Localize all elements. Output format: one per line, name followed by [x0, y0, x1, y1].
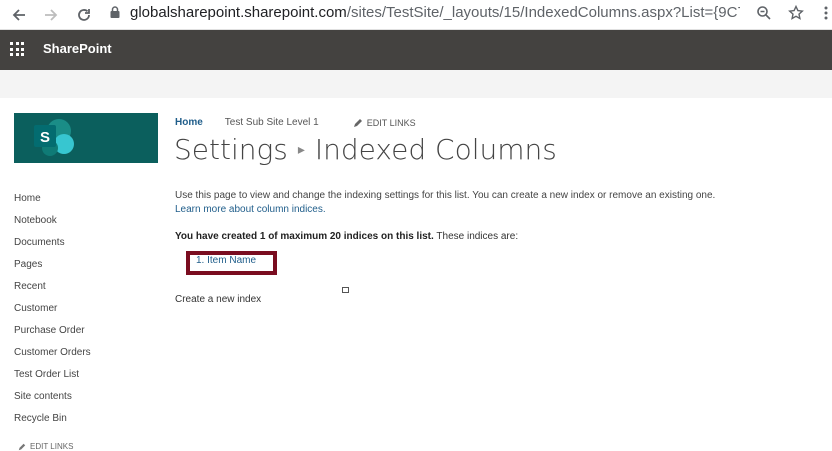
sharepoint-logo-icon: S — [34, 119, 74, 156]
star-icon — [788, 5, 804, 20]
nav-item-test-order-list[interactable]: Test Order List — [14, 366, 154, 388]
index-count-rest: These indices are: — [433, 231, 519, 242]
pencil-icon — [18, 443, 26, 450]
nav-edit-links[interactable]: EDIT LINKS — [18, 442, 73, 451]
reload-button[interactable] — [73, 4, 95, 26]
breadcrumb-sub-site[interactable]: Test Sub Site Level 1 — [225, 117, 319, 128]
description-text: Use this page to view and change the ind… — [175, 190, 716, 201]
url-host: globalsharepoint.sharepoint.com — [130, 3, 347, 21]
ribbon-bar — [0, 70, 832, 98]
nav-item-documents[interactable]: Documents — [14, 234, 154, 256]
suite-bar: SharePoint — [0, 30, 832, 70]
nav-item-recycle-bin[interactable]: Recycle Bin — [14, 410, 154, 432]
title-parent[interactable]: Settings — [174, 133, 288, 166]
index-count-bold: You have created 1 of maximum 20 indices… — [175, 231, 434, 242]
svg-text:S: S — [40, 129, 50, 146]
menu-button[interactable] — [816, 3, 832, 23]
zoom-button[interactable] — [754, 3, 774, 23]
address-bar[interactable]: globalsharepoint.sharepoint.com/sites/Te… — [108, 0, 808, 24]
nav-item-pages[interactable]: Pages — [14, 256, 154, 278]
breadcrumb-home[interactable]: Home — [175, 117, 203, 128]
nav-item-notebook[interactable]: Notebook — [14, 212, 154, 234]
nav-item-recent[interactable]: Recent — [14, 278, 154, 300]
edit-links-button[interactable]: EDIT LINKS — [353, 118, 416, 128]
url-text: globalsharepoint.sharepoint.com/sites/Te… — [130, 4, 740, 21]
suite-brand[interactable]: SharePoint — [43, 41, 112, 56]
url-path: /sites/TestSite/_layouts/15/IndexedColum… — [346, 3, 740, 21]
browser-toolbar: globalsharepoint.sharepoint.com/sites/Te… — [0, 0, 832, 30]
create-new-index-link[interactable]: Create a new index — [175, 294, 261, 305]
forward-button[interactable] — [40, 4, 62, 26]
learn-more-link[interactable]: Learn more about column indices. — [175, 203, 815, 217]
nav-item-customer[interactable]: Customer — [14, 300, 154, 322]
bookmark-button[interactable] — [786, 3, 806, 23]
app-launcher-icon[interactable] — [10, 42, 24, 56]
reload-icon — [78, 9, 90, 21]
title-current: Indexed Columns — [314, 133, 557, 166]
edit-links-label: EDIT LINKS — [366, 117, 416, 128]
arrow-right-icon — [45, 9, 58, 21]
title-separator-icon: ▸ — [297, 141, 305, 158]
page-title: Settings ▸ Indexed Columns — [174, 133, 557, 166]
nav-item-site-contents[interactable]: Site contents — [14, 388, 154, 410]
pencil-icon — [353, 118, 362, 127]
nav-item-purchase-order[interactable]: Purchase Order — [14, 322, 154, 344]
arrow-left-icon — [12, 9, 25, 21]
breadcrumb: Home Test Sub Site Level 1 EDIT LINKS — [175, 117, 416, 128]
nav-edit-links-label: EDIT LINKS — [30, 442, 74, 451]
page-description: Use this page to view and change the ind… — [175, 189, 815, 217]
nav-item-customer-orders[interactable]: Customer Orders — [14, 344, 154, 366]
site-logo[interactable]: S — [14, 113, 158, 163]
nav-item-home[interactable]: Home — [14, 190, 154, 212]
back-button[interactable] — [8, 4, 30, 26]
kebab-menu-icon — [824, 6, 828, 20]
index-count-text: You have created 1 of maximum 20 indices… — [175, 231, 518, 242]
magnifier-minus-icon — [757, 6, 771, 20]
lock-icon — [110, 6, 120, 18]
left-navigation: Home Notebook Documents Pages Recent Cus… — [14, 190, 154, 432]
index-item-link[interactable]: 1. Item Name — [196, 255, 256, 266]
small-box-icon — [342, 287, 349, 293]
